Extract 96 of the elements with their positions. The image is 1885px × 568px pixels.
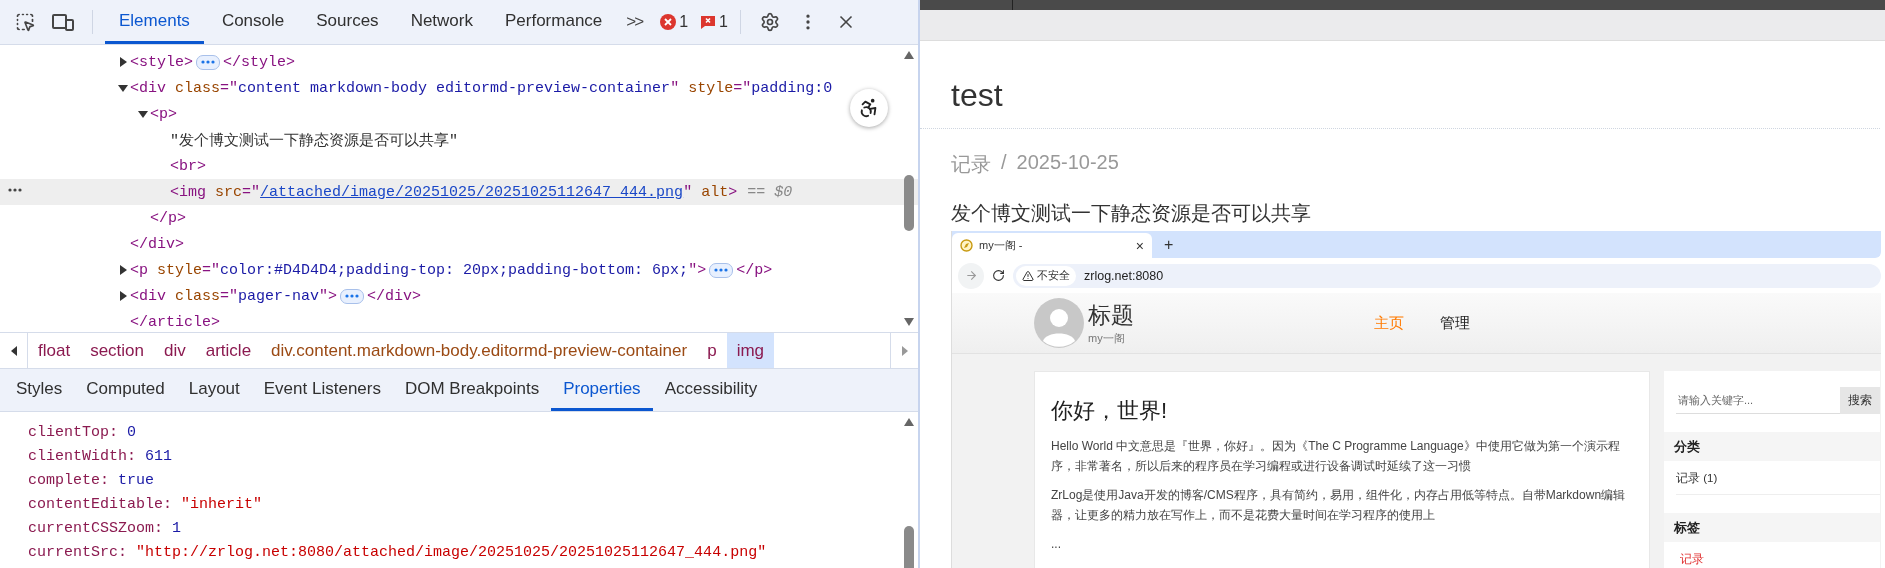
post-title: test <box>951 76 1004 115</box>
compass-icon <box>960 239 973 252</box>
selected-node-row[interactable]: <img src="/attached/image/20251025/20251025112647_444.png" alt> == $0 <box>0 179 918 205</box>
dots-icon[interactable] <box>714 268 729 272</box>
site-title: 标题 <box>1088 301 1134 330</box>
issue-flag-icon <box>700 14 717 30</box>
scrollbar-thumb[interactable] <box>904 175 914 231</box>
error-count[interactable]: 1 <box>660 13 689 31</box>
breadcrumb[interactable]: section <box>80 333 154 368</box>
new-tab-button[interactable]: + <box>1164 236 1174 254</box>
collapse-triangle-icon[interactable] <box>118 83 128 93</box>
property-name: clientWidth: <box>28 447 137 465</box>
sidebar-tab[interactable]: Layout <box>176 369 252 411</box>
panel-tab[interactable]: Console <box>207 0 299 44</box>
breadcrumb[interactable]: div <box>154 333 196 368</box>
scroll-down-icon[interactable] <box>904 318 914 326</box>
post-text: 发个博文测试一下静态资源是否可以共享 <box>951 201 1312 226</box>
code-line: </article> <box>130 313 220 331</box>
code-line: <div class="content markdown-body editormd-preview-container" style="padding:0 <box>130 79 833 97</box>
code-line: <br> <box>170 157 206 175</box>
dots-icon[interactable] <box>345 294 360 298</box>
tag-link[interactable]: 记录 <box>1676 550 1880 568</box>
expand-triangle-icon[interactable] <box>118 265 128 275</box>
post-paragraph: Hello World 中文意思是『世界，你好』。因为《The C Programme Language》中使用它做为第一个演示程序，非常著名，所以后来的程序员在学习编程或进行设备调试时延续了这一习惯 <box>1051 438 1621 475</box>
panel-tab[interactable]: Network <box>396 0 487 44</box>
warning-icon <box>1022 269 1034 282</box>
ellipsis-button[interactable] <box>709 262 734 278</box>
tab-title: my一阁 - <box>979 238 1023 253</box>
section-heading: 标签 <box>1664 513 1880 542</box>
breadcrumb[interactable]: article <box>195 333 262 368</box>
panel-tab[interactable]: Performance <box>491 0 617 44</box>
tab-close-button[interactable]: × <box>1135 237 1144 254</box>
post-date: 2025-10-25 <box>1016 151 1119 175</box>
code-line: <style> <box>130 53 193 71</box>
panel-tab[interactable]: Sources <box>302 0 393 44</box>
code-line: <div class="pager-nav"> <box>130 287 338 305</box>
property-value: 611 <box>145 447 173 465</box>
expand-triangle-icon[interactable] <box>118 57 128 67</box>
avatar-icon <box>1034 298 1084 348</box>
separator: / <box>1001 151 1007 175</box>
code-line: </style> <box>223 53 296 71</box>
expand-triangle-icon[interactable] <box>118 291 128 301</box>
property-name: clientTop: <box>28 423 118 441</box>
more-text: ... <box>1051 536 1062 553</box>
property-value: 0 <box>127 423 137 441</box>
scroll-up-icon[interactable] <box>904 418 914 426</box>
url-text: zrlog.net:8080 <box>1084 268 1164 283</box>
post-paragraph: ZrLog是使用Java开发的博客/CMS程序，具有简约，易用，组件化，内存占用低等特点。自带Markdown编辑器，让更多的精力放在写作上，而不是花费大量时间在学习程序的使用上 <box>1051 487 1627 524</box>
property-name: currentCSSZoom: <box>28 519 164 537</box>
address-bar[interactable]: 不安全 zrlog.net:8080 <box>1013 263 1881 288</box>
breadcrumb[interactable]: div.content.markdown-body.editormd-preview-container <box>261 333 698 368</box>
sidebar-tab[interactable]: Computed <box>74 369 177 411</box>
error-icon <box>660 14 677 30</box>
ellipsis-button[interactable] <box>196 54 220 70</box>
code-line: </p> <box>736 261 773 279</box>
issue-count[interactable]: 1 <box>700 13 728 31</box>
source-link[interactable]: /attached/image/20251025/20251025112647_444.png <box>260 183 684 201</box>
panel-tab[interactable]: Elements <box>105 0 204 44</box>
code-line: "发个博文测试一下静态资源是否可以共享" <box>170 131 458 150</box>
section-heading: 分类 <box>1664 432 1880 461</box>
category-link[interactable]: 记录 (1) <box>1676 469 1880 495</box>
code-line: <p> <box>150 105 177 123</box>
more-icon[interactable] <box>8 188 22 192</box>
search-button[interactable]: 搜索 <box>1840 387 1880 414</box>
accessibility-icon[interactable] <box>850 89 888 127</box>
reload-icon[interactable] <box>992 269 1005 282</box>
collapse-triangle-icon[interactable] <box>138 109 148 119</box>
sidebar-tab[interactable]: Event Listeners <box>251 369 393 411</box>
code-line: <img src="/attached/image/20251025/20251025112647_444.png" alt> <box>170 183 738 201</box>
nav-link[interactable]: 管理 <box>1440 313 1470 333</box>
code-line: </p> <box>150 209 186 227</box>
property-value: true <box>118 471 155 489</box>
more-tabs-button[interactable]: >> <box>620 12 649 32</box>
scroll-up-icon[interactable] <box>904 51 914 59</box>
post-heading: 你好，世界! <box>1051 397 1169 425</box>
property-value: 1 <box>172 519 182 537</box>
breadcrumb[interactable]: p <box>697 333 727 368</box>
console-reference: == $0 <box>747 183 793 201</box>
property-value: "inherit" <box>181 495 263 513</box>
site-subtitle: my一阁 <box>1088 331 1126 346</box>
sidebar-tab[interactable]: Properties <box>551 369 653 411</box>
code-line: <p style="color:#D4D4D4;padding-top: 20px;padding-bottom: 6px;"> <box>130 261 707 279</box>
property-name: currentSrc: <box>28 543 128 561</box>
property-value: "http://zrlog.net:8080/attached/image/20251025/20251025112647_444.png" <box>136 543 767 561</box>
property-name: contentEditable: <box>28 495 173 513</box>
sidebar-tab[interactable]: DOM Breakpoints <box>392 369 552 411</box>
ellipsis-button[interactable] <box>340 288 365 304</box>
dots-icon[interactable] <box>201 60 215 64</box>
code-line: </div> <box>367 287 422 305</box>
breadcrumb[interactable]: img <box>726 333 775 368</box>
breadcrumb[interactable]: float <box>28 333 81 368</box>
code-line: </div> <box>130 235 184 253</box>
sidebar-tab[interactable]: Accessibility <box>652 369 770 411</box>
sidebar-tab[interactable]: Styles <box>4 369 75 411</box>
property-name: complete: <box>28 471 109 489</box>
browser-tab[interactable]: my一阁 - × <box>952 233 1152 258</box>
